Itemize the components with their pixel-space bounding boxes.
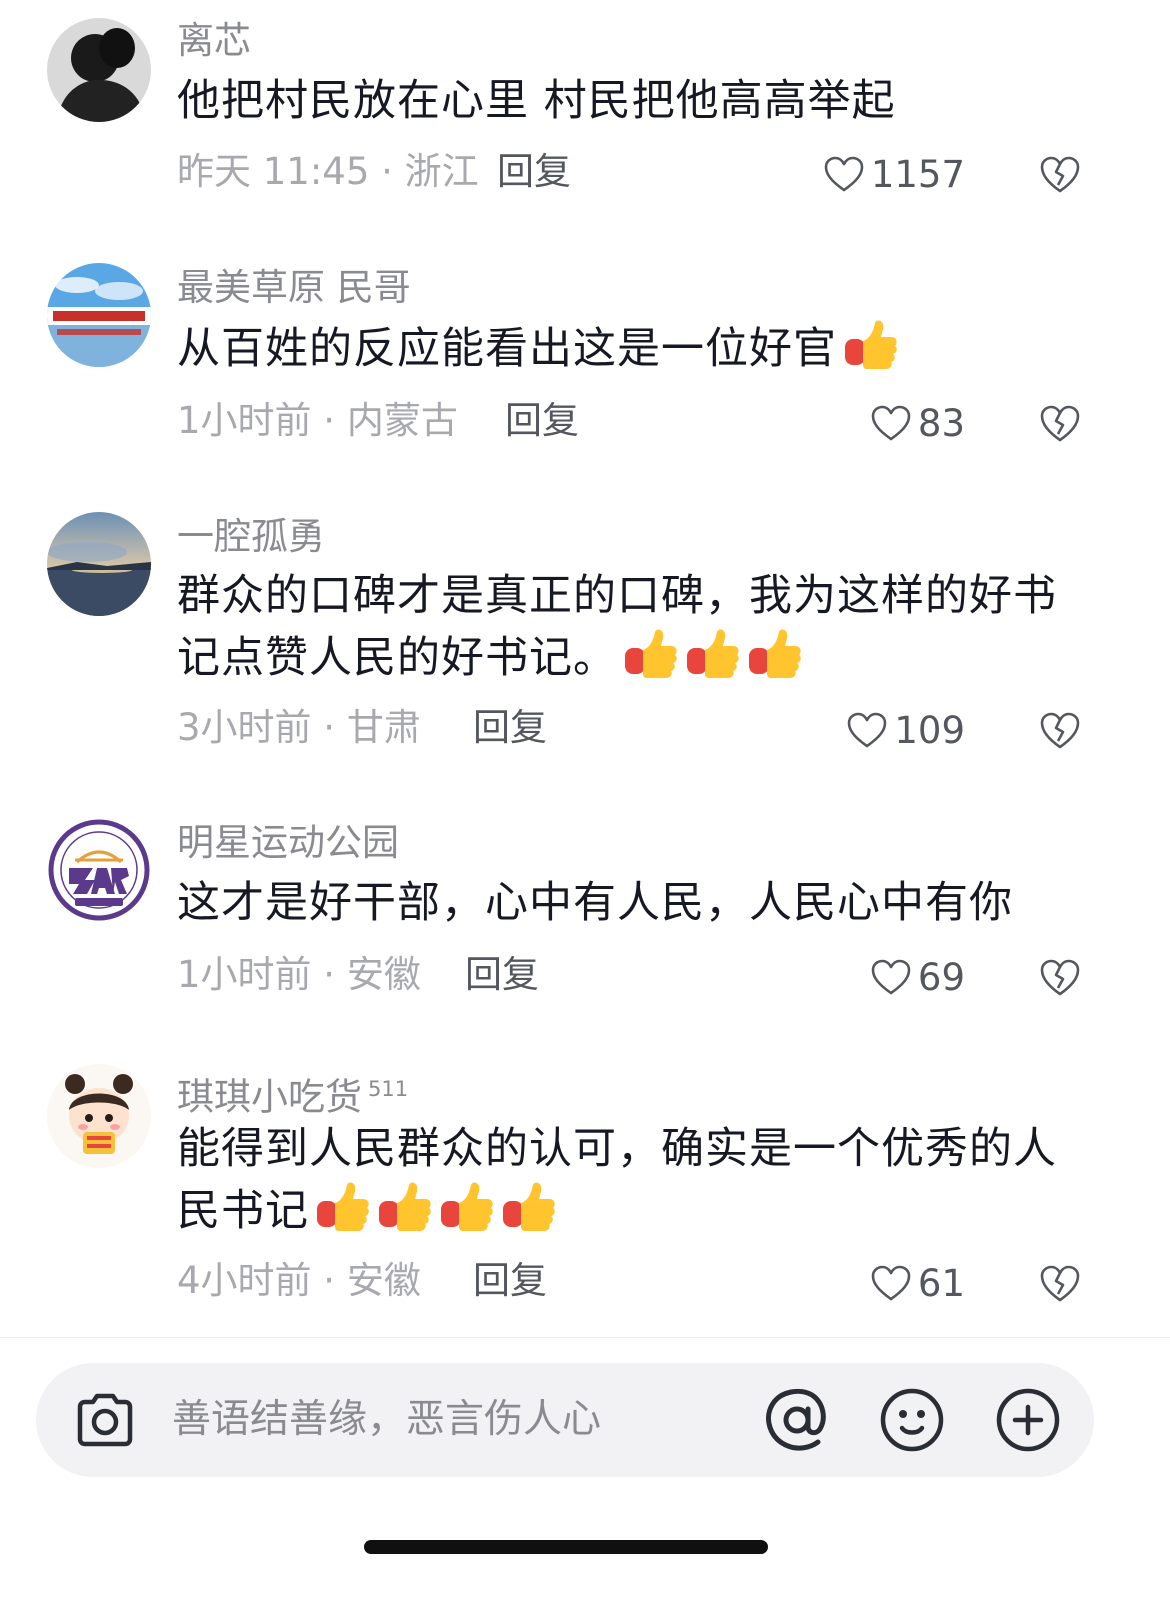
emoji-icon[interactable] xyxy=(878,1386,946,1454)
home-indicator[interactable] xyxy=(364,1540,768,1554)
reply-button[interactable]: 回复 xyxy=(473,1257,547,1305)
cartoon-girl-avatar-icon xyxy=(47,1064,151,1168)
broken-heart-icon[interactable] xyxy=(1038,1261,1082,1305)
comment-text: 从百姓的反应能看出这是一位好官 xyxy=(177,318,1077,380)
like-count: 69 xyxy=(917,955,965,999)
thumbs-up-emoji-icon xyxy=(623,628,679,680)
comment-meta: 3小时前 · 甘肃 xyxy=(177,706,421,749)
lake-sunset-avatar-icon xyxy=(47,512,151,616)
person-silhouette-avatar-icon xyxy=(47,18,151,122)
heart-icon xyxy=(871,405,911,441)
avatar[interactable] xyxy=(47,18,151,122)
comment-text: 群众的口碑才是真正的口碑，我为这样的好书记点赞人民的好书记。 xyxy=(177,571,1057,683)
comment-username[interactable]: 最美草原 民哥 xyxy=(177,264,411,312)
comment-input-bar[interactable]: 善语结善缘，恶言伤人心 xyxy=(36,1363,1094,1477)
thumbs-up-emoji-icon xyxy=(501,1181,557,1233)
reply-button[interactable]: 回复 xyxy=(465,951,539,999)
plus-circle-icon[interactable] xyxy=(994,1386,1062,1454)
broken-heart-icon[interactable] xyxy=(1038,708,1082,752)
avatar[interactable] xyxy=(47,512,151,616)
comment-username[interactable]: 离芯 xyxy=(177,17,251,65)
reply-button[interactable]: 回复 xyxy=(473,704,547,752)
avatar[interactable] xyxy=(47,818,151,922)
like-button[interactable]: 69 xyxy=(870,953,965,1001)
like-button[interactable]: 83 xyxy=(870,399,965,447)
like-count: 1157 xyxy=(870,152,965,196)
broken-heart-icon[interactable] xyxy=(1038,955,1082,999)
avatar[interactable] xyxy=(47,1064,151,1168)
star-sports-park-logo-avatar-icon xyxy=(47,818,151,922)
thumbs-up-emoji-icon xyxy=(685,628,741,680)
camera-icon[interactable] xyxy=(72,1387,138,1453)
comment-meta: 4小时前 · 安徽 xyxy=(177,1259,421,1302)
at-mention-icon[interactable] xyxy=(760,1383,834,1457)
broken-heart-icon[interactable] xyxy=(1038,152,1082,196)
grassland-sign-avatar-icon xyxy=(47,263,151,367)
thumbs-up-emoji-icon xyxy=(439,1181,495,1233)
like-button[interactable]: 109 xyxy=(846,706,965,754)
user-badge: 511 xyxy=(368,1077,409,1101)
like-count: 109 xyxy=(894,708,965,752)
reply-button[interactable]: 回复 xyxy=(497,148,571,196)
reply-button[interactable]: 回复 xyxy=(505,397,579,445)
comment-username[interactable]: 一腔孤勇 xyxy=(177,513,325,561)
like-button[interactable]: 61 xyxy=(870,1259,965,1307)
thumbs-up-emoji-icon xyxy=(747,628,803,680)
like-button[interactable]: 1157 xyxy=(823,150,965,198)
heart-icon xyxy=(871,959,911,995)
comment-input-placeholder[interactable]: 善语结善缘，恶言伤人心 xyxy=(172,1393,601,1447)
comment-meta: 1小时前 · 内蒙古 xyxy=(177,399,458,442)
like-count: 83 xyxy=(917,401,965,445)
comment-meta: 1小时前 · 安徽 xyxy=(177,953,421,996)
heart-icon xyxy=(871,1265,911,1301)
comment-text: 他把村民放在心里 村民把他高高举起 xyxy=(177,76,896,126)
like-count: 61 xyxy=(917,1261,965,1305)
comment-text: 能得到人民群众的认可，确实是一个优秀的人民书记 xyxy=(177,1124,1057,1236)
comment-meta: 昨天 11:45 · 浙江 xyxy=(177,150,479,193)
thumbs-up-emoji-icon xyxy=(377,1181,433,1233)
comment-username[interactable]: 明星运动公园 xyxy=(177,819,399,867)
thumbs-up-emoji-icon xyxy=(843,319,899,371)
divider xyxy=(0,1337,1170,1338)
comment-username[interactable]: 琪琪小吃货 511 xyxy=(177,1065,408,1121)
broken-heart-icon[interactable] xyxy=(1038,401,1082,445)
comment-text: 这才是好干部，心中有人民，人民心中有你 xyxy=(177,878,1013,928)
avatar[interactable] xyxy=(47,263,151,367)
thumbs-up-emoji-icon xyxy=(315,1181,371,1233)
heart-icon xyxy=(824,156,864,192)
heart-icon xyxy=(848,712,887,748)
